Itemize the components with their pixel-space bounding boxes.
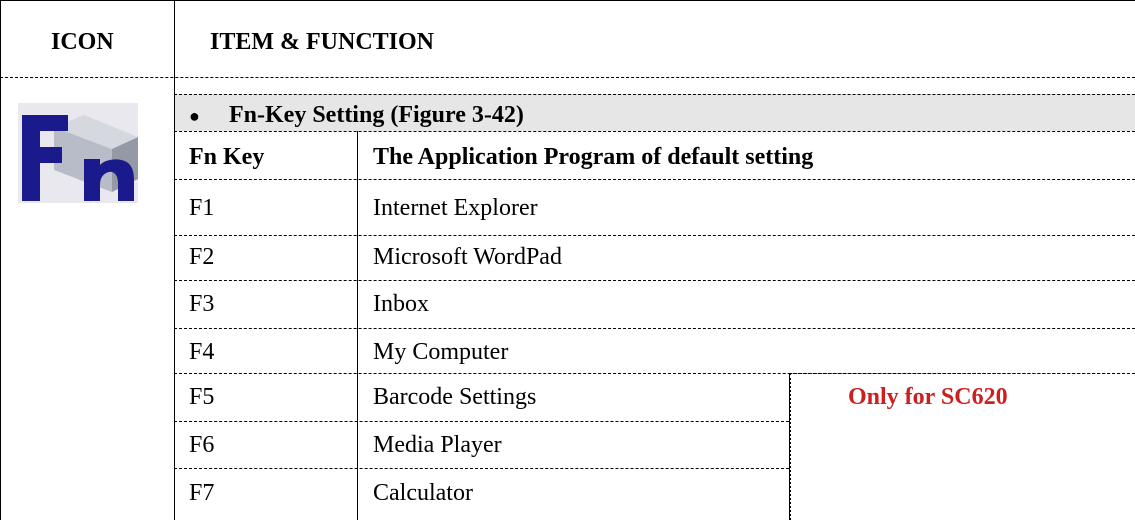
left-border [0,0,1,520]
row-line-3 [174,328,1135,329]
row-f7-key: F7 [189,480,215,506]
sc620-only-note: Only for SC620 [848,384,1008,410]
program-column-header: The Application Program of default setti… [373,144,814,170]
note-top-line [789,373,1135,374]
row-line-2 [174,280,1135,281]
row-line-1 [174,235,1135,236]
row-f3-program: Inbox [373,291,429,317]
item-function-column-header: ITEM & FUNCTION [210,29,435,55]
section-top-line [174,94,1135,95]
row-f2-key: F2 [189,244,215,270]
top-border [0,0,1135,1]
header-divider [0,77,1135,78]
row-f5-key: F5 [189,384,215,410]
icon-column-divider [174,0,175,520]
row-f5-program: Barcode Settings [373,384,537,410]
note-column-divider [789,373,791,520]
icon-column-header: ICON [51,29,114,55]
row-f1-program: Internet Explorer [373,195,538,221]
row-f2-program: Microsoft WordPad [373,244,562,270]
row-f6-program: Media Player [373,432,502,458]
row-f4-key: F4 [189,339,215,365]
section-bottom-line [174,131,1135,132]
row-line-6 [174,468,789,469]
colheader-bottom-line [174,179,1135,180]
section-bullet: ● [189,106,200,126]
key-column-divider [357,131,358,520]
section-title: Fn-Key Setting (Figure 3-42) [229,102,524,128]
row-f4-program: My Computer [373,339,509,365]
row-f3-key: F3 [189,291,215,317]
row-line-5 [174,421,789,422]
row-f6-key: F6 [189,432,215,458]
row-f1-key: F1 [189,195,215,221]
fn-key-column-header: Fn Key [189,144,265,170]
row-f7-program: Calculator [373,480,473,506]
fn-key-icon [14,97,144,207]
